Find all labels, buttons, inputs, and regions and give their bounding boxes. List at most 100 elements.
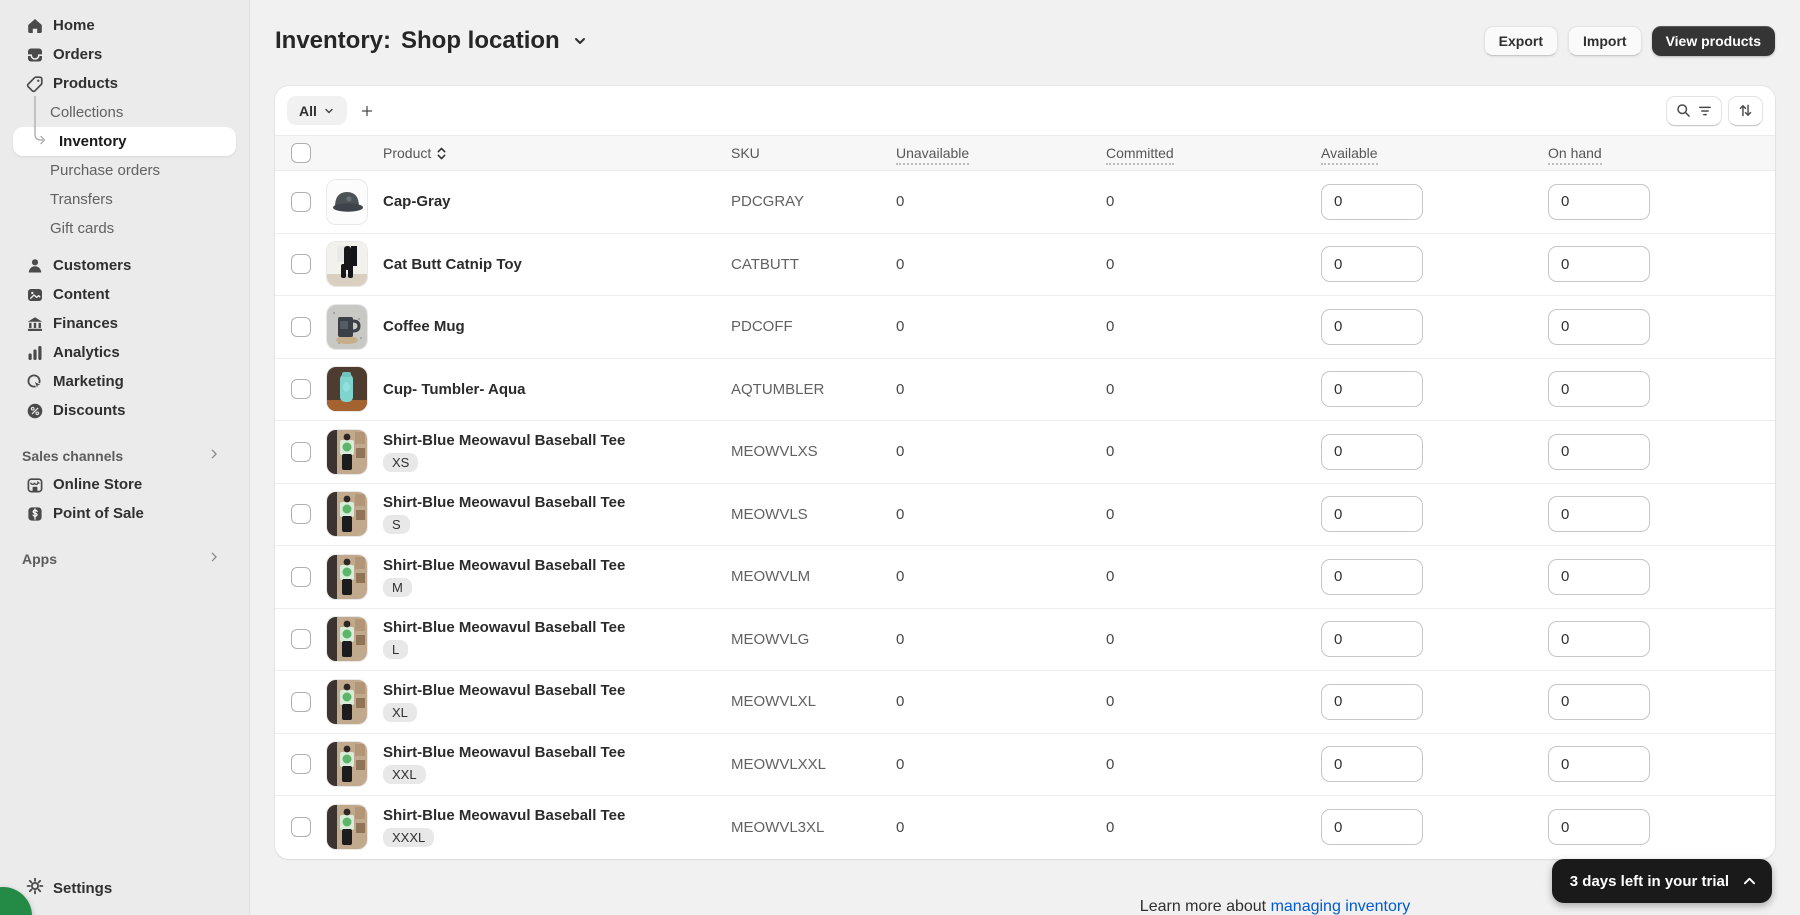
column-header-product[interactable]: Product xyxy=(383,145,731,161)
sidebar-item-content[interactable]: Content xyxy=(13,280,236,309)
row-checkbox[interactable] xyxy=(291,629,311,650)
select-all-checkbox[interactable] xyxy=(291,143,311,163)
trial-banner[interactable]: 3 days left in your trial xyxy=(1551,859,1772,903)
table-row: Cap-Gray PDCGRAY 0 0 xyxy=(275,171,1775,234)
on-hand-input[interactable] xyxy=(1548,433,1650,470)
variant-badge: M xyxy=(383,577,412,597)
sidebar-item-products[interactable]: Products xyxy=(13,69,236,98)
row-checkbox[interactable] xyxy=(291,817,311,838)
search-filter-button[interactable] xyxy=(1666,95,1722,126)
sidebar-item-point-of-sale[interactable]: Point of Sale xyxy=(13,499,236,528)
sidebar-item-label: Purchase orders xyxy=(50,162,161,179)
sort-button[interactable] xyxy=(1728,95,1763,126)
main-content: Inventory: Shop location Export Import V… xyxy=(250,0,1800,915)
on-hand-input[interactable] xyxy=(1548,246,1650,283)
on-hand-input[interactable] xyxy=(1548,746,1650,783)
unavailable-value: 0 xyxy=(896,630,905,648)
column-header-available[interactable]: Available xyxy=(1321,145,1548,165)
sidebar-item-home[interactable]: Home xyxy=(13,11,236,40)
row-checkbox[interactable] xyxy=(291,504,311,525)
sidebar-subnav-products: Collections Inventory Purchase orders Trans… xyxy=(0,96,249,243)
sidebar-item-collections[interactable]: Collections xyxy=(13,98,236,127)
product-name[interactable]: Shirt-Blue Meowavul Baseball Tee xyxy=(383,557,625,574)
product-name[interactable]: Shirt-Blue Meowavul Baseball Tee xyxy=(383,432,625,449)
available-input[interactable] xyxy=(1321,183,1423,220)
sidebar-item-label: Content xyxy=(53,286,110,303)
sort-direction-icon xyxy=(437,147,446,159)
product-name[interactable]: Cat Butt Catnip Toy xyxy=(383,256,522,273)
sidebar-item-customers[interactable]: Customers xyxy=(13,251,236,280)
available-input[interactable] xyxy=(1321,371,1423,408)
available-input[interactable] xyxy=(1321,621,1423,658)
sidebar-item-transfers[interactable]: Transfers xyxy=(13,185,236,214)
export-button[interactable]: Export xyxy=(1483,26,1558,56)
committed-value: 0 xyxy=(1106,193,1115,211)
available-input[interactable] xyxy=(1321,433,1423,470)
row-checkbox[interactable] xyxy=(291,566,311,587)
on-hand-input[interactable] xyxy=(1548,371,1650,408)
on-hand-input[interactable] xyxy=(1548,621,1650,658)
product-name[interactable]: Shirt-Blue Meowavul Baseball Tee xyxy=(383,807,625,824)
available-input[interactable] xyxy=(1321,746,1423,783)
location-name: Shop location xyxy=(401,27,560,54)
product-name[interactable]: Shirt-Blue Meowavul Baseball Tee xyxy=(383,619,625,636)
tab-all[interactable]: All xyxy=(287,96,347,125)
unavailable-value: 0 xyxy=(896,755,905,773)
on-hand-input[interactable] xyxy=(1548,496,1650,533)
sidebar-item-purchase-orders[interactable]: Purchase orders xyxy=(13,156,236,185)
row-checkbox[interactable] xyxy=(291,441,311,462)
sidebar-item-online-store[interactable]: Online Store xyxy=(13,470,236,499)
available-input[interactable] xyxy=(1321,809,1423,846)
discounts-icon xyxy=(25,401,45,421)
sidebar-item-finances[interactable]: Finances xyxy=(13,309,236,338)
product-name[interactable]: Coffee Mug xyxy=(383,318,465,335)
sidebar-section-apps[interactable]: Apps xyxy=(13,544,236,573)
on-hand-input[interactable] xyxy=(1548,683,1650,720)
view-products-button[interactable]: View products xyxy=(1651,26,1775,56)
on-hand-input[interactable] xyxy=(1548,558,1650,595)
customers-icon xyxy=(25,256,45,276)
tumbler-thumbnail xyxy=(327,367,367,412)
sidebar-item-analytics[interactable]: Analytics xyxy=(13,338,236,367)
add-view-button[interactable] xyxy=(353,96,382,125)
sidebar-item-label: Collections xyxy=(50,104,124,121)
column-header-on-hand[interactable]: On hand xyxy=(1548,145,1759,165)
product-name[interactable]: Shirt-Blue Meowavul Baseball Tee xyxy=(383,744,625,761)
row-checkbox[interactable] xyxy=(291,691,311,712)
sidebar-item-gift-cards[interactable]: Gift cards xyxy=(13,214,236,243)
row-checkbox[interactable] xyxy=(291,316,311,337)
on-hand-input[interactable] xyxy=(1548,308,1650,345)
available-input[interactable] xyxy=(1321,558,1423,595)
sidebar-item-settings[interactable]: Settings xyxy=(13,873,236,903)
chevron-down-icon[interactable] xyxy=(572,33,588,49)
column-header-committed[interactable]: Committed xyxy=(1106,145,1321,165)
column-header-unavailable[interactable]: Unavailable xyxy=(896,145,1106,165)
row-checkbox[interactable] xyxy=(291,379,311,400)
sidebar-item-marketing[interactable]: Marketing xyxy=(13,367,236,396)
available-input[interactable] xyxy=(1321,246,1423,283)
on-hand-input[interactable] xyxy=(1548,809,1650,846)
available-input[interactable] xyxy=(1321,683,1423,720)
product-name[interactable]: Cap-Gray xyxy=(383,193,451,210)
sidebar-item-inventory[interactable]: Inventory xyxy=(13,127,236,156)
sidebar-section-sales-channels[interactable]: Sales channels xyxy=(13,441,236,470)
import-button[interactable]: Import xyxy=(1568,26,1642,56)
row-checkbox[interactable] xyxy=(291,191,311,212)
table-row: Shirt-Blue Meowavul Baseball Tee XXXL MEOW… xyxy=(275,796,1775,859)
shirt-thumbnail xyxy=(327,679,367,724)
sidebar-item-discounts[interactable]: Discounts xyxy=(13,396,236,425)
row-checkbox[interactable] xyxy=(291,254,311,275)
sidebar-item-orders[interactable]: Orders xyxy=(13,40,236,69)
on-hand-input[interactable] xyxy=(1548,183,1650,220)
managing-inventory-link[interactable]: managing inventory xyxy=(1271,898,1411,915)
shirt-thumbnail xyxy=(327,554,367,599)
committed-value: 0 xyxy=(1106,255,1115,273)
available-input[interactable] xyxy=(1321,308,1423,345)
row-checkbox[interactable] xyxy=(291,754,311,775)
available-input[interactable] xyxy=(1321,496,1423,533)
table-row: Cup- Tumbler- Aqua AQTUMBLER 0 0 xyxy=(275,358,1775,421)
product-name[interactable]: Shirt-Blue Meowavul Baseball Tee xyxy=(383,494,625,511)
product-name[interactable]: Shirt-Blue Meowavul Baseball Tee xyxy=(383,682,625,699)
variant-badge: XXXL xyxy=(383,828,435,848)
product-name[interactable]: Cup- Tumbler- Aqua xyxy=(383,381,526,398)
